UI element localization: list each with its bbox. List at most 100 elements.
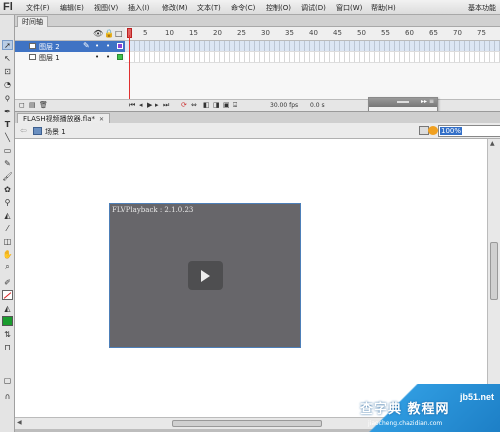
play-icon[interactable]: ▶	[147, 101, 152, 109]
line-tool-icon[interactable]: ╲	[2, 132, 13, 142]
outline-color-swatch[interactable]	[117, 43, 123, 49]
menu-window[interactable]: 窗口(W)	[336, 3, 362, 13]
visibility-dot[interactable]: •	[95, 42, 99, 50]
outline-color-swatch[interactable]	[117, 54, 123, 60]
scroll-up-icon[interactable]: ▲	[490, 140, 495, 147]
elapsed-time: 0.0 s	[310, 102, 325, 109]
ruler-label: 60	[405, 29, 414, 37]
swap-colors-icon[interactable]: ⇅	[2, 329, 13, 339]
vertical-scroll-thumb[interactable]	[490, 242, 498, 300]
actions-panel-header[interactable]: ▸▸ ≡	[369, 98, 437, 107]
edit-symbols-icon[interactable]	[428, 126, 438, 135]
new-folder-icon[interactable]: ▤	[29, 101, 36, 109]
fill-swatch-icon[interactable]	[2, 316, 13, 326]
onion-skin-icon[interactable]: ◧	[203, 101, 210, 109]
center-frame-icon[interactable]: ⇔	[191, 101, 197, 109]
drag-grip-icon[interactable]	[397, 101, 409, 103]
back-arrow-icon[interactable]: ⇦	[20, 126, 27, 135]
ruler-label: 10	[165, 29, 174, 37]
frame-rate[interactable]: 30.00 fps	[270, 102, 298, 109]
document-tab-title: FLASH视频播放器.fla*	[23, 115, 96, 123]
step-forward-icon[interactable]: ▸	[155, 101, 159, 109]
object-drawing-icon[interactable]: ▢	[2, 375, 13, 385]
play-button[interactable]	[188, 261, 223, 290]
lock-all-icon[interactable]: 🔒	[104, 29, 114, 38]
horizontal-scroll-thumb[interactable]	[172, 420, 322, 427]
fill-color-icon[interactable]: ◭	[2, 303, 13, 313]
delete-layer-icon[interactable]: 🗑	[39, 101, 48, 109]
menu-modify[interactable]: 修改(M)	[162, 3, 188, 13]
frame-row[interactable]	[125, 52, 500, 63]
layer-row[interactable]: 图层 1 • •	[15, 52, 125, 63]
workspace-switcher[interactable]: 基本功能	[468, 3, 496, 13]
pen-tool-icon[interactable]: ✒	[2, 106, 13, 116]
ruler-label: 45	[333, 29, 342, 37]
scroll-left-icon[interactable]: ◀	[17, 419, 22, 426]
menu-control[interactable]: 控制(O)	[266, 3, 291, 13]
free-transform-tool-icon[interactable]: ⊡	[2, 66, 13, 76]
scene-breadcrumb[interactable]: 场景 1	[45, 127, 66, 137]
show-hide-all-icon[interactable]: 👁	[93, 29, 103, 38]
loop-icon[interactable]: ⟳	[181, 101, 187, 109]
pencil-tool-icon[interactable]: ✎	[2, 158, 13, 168]
snap-to-objects-icon[interactable]: ⊓	[2, 342, 13, 352]
menu-file[interactable]: 文件(F)	[26, 3, 50, 13]
paint-bucket-tool-icon[interactable]: ◭	[2, 210, 13, 220]
tab-timeline[interactable]: 时间轴	[17, 16, 48, 27]
edit-multiple-frames-icon[interactable]: ▣	[223, 101, 230, 109]
lasso-tool-icon[interactable]: ϙ	[2, 92, 13, 102]
lock-dot[interactable]: •	[106, 53, 110, 61]
selection-tool-icon[interactable]: ➚	[2, 40, 13, 50]
frame-row[interactable]	[125, 41, 500, 52]
menu-text[interactable]: 文本(T)	[197, 3, 221, 13]
frame-ruler[interactable]: 1 5 10 15 20 25 30 35 40 45 50 55 60 65 …	[125, 27, 500, 41]
magnet-icon[interactable]: ∩	[2, 391, 13, 401]
flvplayback-component[interactable]: FLVPlayback : 2.1.0.23	[109, 203, 301, 348]
brush-tool-icon[interactable]: 🖌	[2, 171, 13, 181]
3d-rotation-tool-icon[interactable]: ◔	[2, 79, 13, 89]
go-to-first-frame-icon[interactable]: ⏮	[129, 101, 135, 110]
zoom-tool-icon[interactable]: ⌕	[2, 262, 13, 272]
modify-markers-icon[interactable]: ⌹	[233, 101, 237, 110]
lock-dot[interactable]: •	[106, 42, 110, 50]
rectangle-tool-icon[interactable]: ▭	[2, 145, 13, 155]
stage[interactable]: FLVPlayback : 2.1.0.23	[15, 139, 487, 417]
menu-insert[interactable]: 插入(I)	[128, 3, 150, 13]
panel-menu-icon[interactable]: ▸▸ ≡	[421, 98, 434, 105]
ruler-label: 20	[213, 29, 222, 37]
text-tool-icon[interactable]: T	[2, 119, 13, 129]
go-to-last-frame-icon[interactable]: ⏭	[163, 101, 169, 110]
vertical-scrollbar[interactable]: ▲ ▼	[487, 139, 500, 417]
bone-tool-icon[interactable]: ⚲	[2, 197, 13, 207]
stroke-color-icon[interactable]: ✐	[2, 277, 13, 287]
menu-edit[interactable]: 编辑(E)	[60, 3, 84, 13]
flash-logo: Fl	[3, 1, 13, 13]
eyedropper-tool-icon[interactable]: ⁄	[2, 223, 13, 233]
menu-debug[interactable]: 调试(D)	[301, 3, 326, 13]
pencil-icon: ✎	[83, 41, 90, 50]
subselection-tool-icon[interactable]: ↖	[2, 53, 13, 63]
layer-row[interactable]: 图层 2 ✎ • •	[15, 41, 125, 52]
deco-tool-icon[interactable]: ✿	[2, 184, 13, 194]
layer-name: 图层 2	[39, 43, 60, 51]
watermark-url: jiaocheng.chazidian.com	[368, 420, 443, 427]
visibility-dot[interactable]: •	[95, 53, 99, 61]
layers-header: 👁 🔒 □	[15, 27, 125, 41]
zoom-select[interactable]: 100% ▼	[438, 125, 500, 137]
hand-tool-icon[interactable]: ✋	[2, 249, 13, 259]
outline-all-icon[interactable]: □	[115, 29, 123, 38]
stroke-swatch-icon[interactable]	[2, 290, 13, 300]
timeline-tabbar: 时间轴	[15, 15, 500, 27]
ruler-label: 50	[357, 29, 366, 37]
step-back-icon[interactable]: ◂	[139, 101, 143, 109]
eraser-tool-icon[interactable]: ◫	[2, 236, 13, 246]
close-icon[interactable]: ✕	[99, 116, 104, 123]
new-layer-icon[interactable]: ◻	[19, 101, 25, 109]
ruler-label: 55	[381, 29, 390, 37]
menu-commands[interactable]: 命令(C)	[231, 3, 255, 13]
frame-grid[interactable]	[125, 41, 500, 63]
menu-help[interactable]: 帮助(H)	[371, 3, 396, 13]
menu-view[interactable]: 视图(V)	[94, 3, 118, 13]
edit-bar: ⇦ 场景 1 100% ▼	[15, 123, 500, 139]
onion-skin-outlines-icon[interactable]: ◨	[213, 101, 220, 109]
